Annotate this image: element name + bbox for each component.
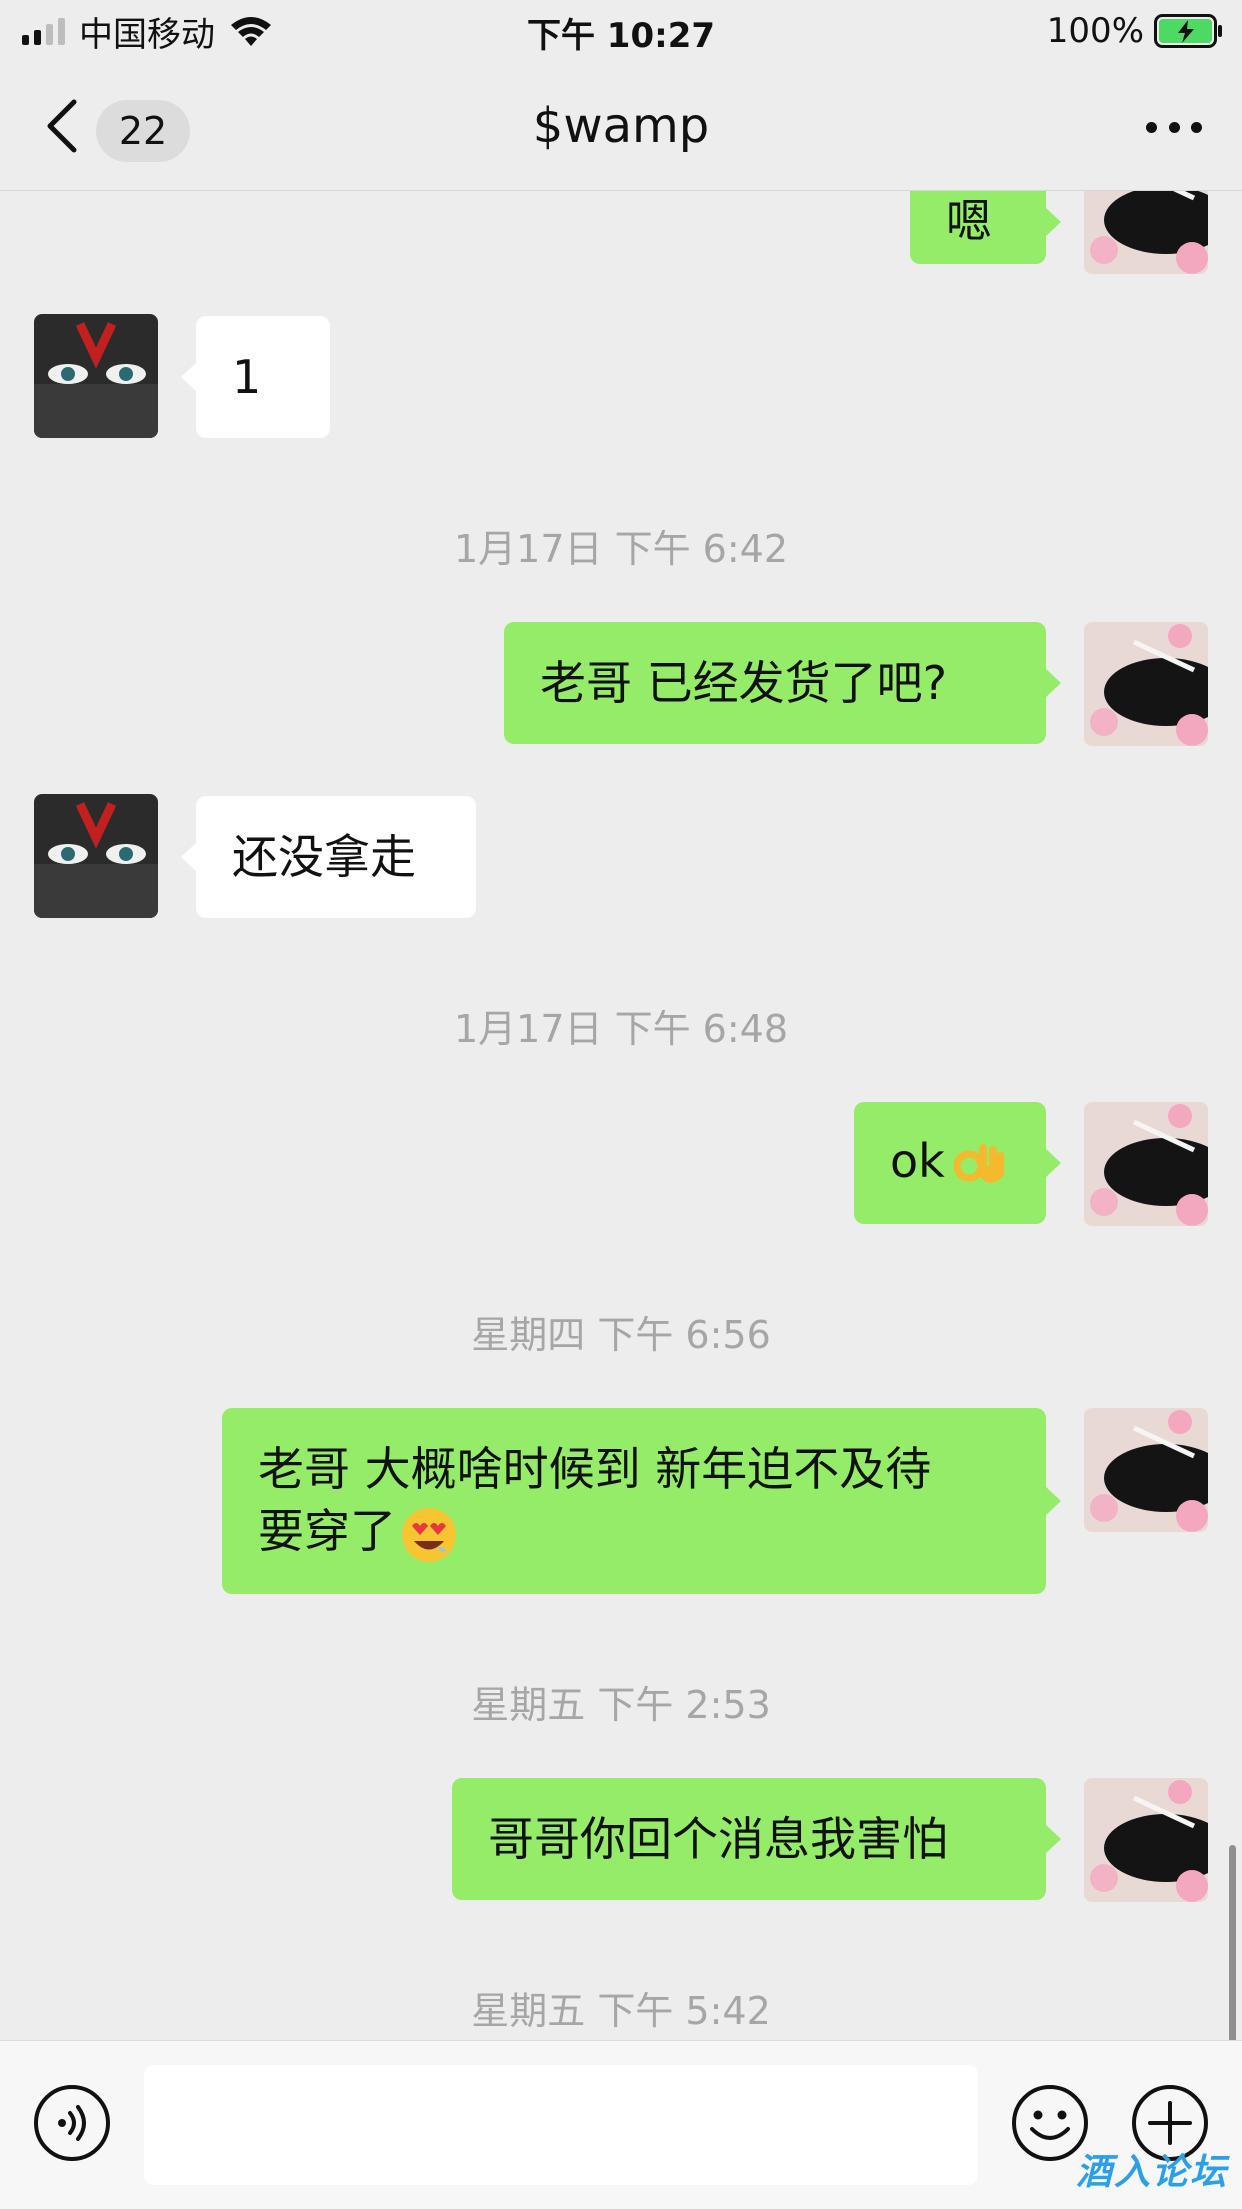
message-text: 1 bbox=[232, 350, 262, 404]
battery-percent: 100% bbox=[1046, 11, 1144, 51]
ok-hand-emoji bbox=[953, 1143, 1004, 1183]
chat-header: 22 $wamp bbox=[0, 62, 1242, 191]
message-text-line: 要穿了 bbox=[258, 1500, 1010, 1564]
message-text: 哥哥你回个消息我害怕 bbox=[488, 1812, 948, 1866]
message-timestamp: 1月17日 下午 6:48 bbox=[453, 1007, 789, 1051]
battery-charging-icon bbox=[1154, 14, 1222, 48]
chat-title: $wamp bbox=[532, 98, 710, 154]
voice-icon[interactable] bbox=[32, 2083, 112, 2163]
message-bubble-contact[interactable]: 还没拿走 bbox=[181, 796, 476, 918]
message-text: 嗯 bbox=[946, 194, 992, 248]
status-bar: 中国移动 下午 10:27 100% bbox=[0, 0, 1242, 62]
message-bubble-mine[interactable]: ok bbox=[854, 1102, 1061, 1224]
message-bubble-mine[interactable]: 老哥 已经发货了吧? bbox=[504, 622, 1061, 744]
my-avatar[interactable] bbox=[1084, 1102, 1208, 1226]
message-bubble-mine[interactable]: 哥哥你回个消息我害怕 bbox=[452, 1778, 1061, 1900]
message-timestamp: 1月17日 下午 6:42 bbox=[453, 527, 789, 571]
message-bubble-mine[interactable]: 嗯 bbox=[910, 190, 1061, 264]
scrollbar[interactable] bbox=[1229, 1845, 1236, 2040]
message-bubble-mine[interactable]: 老哥 大概啥时候到 新年迫不及待 要穿了 bbox=[222, 1408, 1061, 1594]
my-avatar[interactable] bbox=[1084, 622, 1208, 746]
message-text: 老哥 已经发货了吧? bbox=[540, 656, 948, 710]
message-input[interactable] bbox=[144, 2065, 978, 2185]
more-dots-icon[interactable] bbox=[1146, 112, 1202, 142]
message-text-line: 老哥 大概啥时候到 新年迫不及待 bbox=[258, 1442, 932, 1496]
message-timestamp: 星期五 下午 2:53 bbox=[471, 1683, 771, 1727]
forum-watermark: 酒入论坛 bbox=[1075, 2152, 1228, 2193]
status-right: 100% bbox=[1047, 8, 1224, 54]
message-bubble-contact[interactable]: 1 bbox=[181, 316, 330, 438]
contact-avatar[interactable] bbox=[34, 314, 158, 438]
contact-avatar[interactable] bbox=[34, 794, 158, 918]
message-text: ok bbox=[890, 1134, 945, 1188]
my-avatar[interactable] bbox=[1084, 1408, 1208, 1532]
heart-eyes-emoji bbox=[402, 1507, 456, 1562]
my-avatar[interactable] bbox=[1084, 190, 1208, 274]
my-avatar[interactable] bbox=[1084, 1778, 1208, 1902]
message-timestamp: 星期四 下午 6:56 bbox=[471, 1313, 771, 1357]
input-bar: 酒入论坛 bbox=[0, 2040, 1242, 2209]
message-text: 还没拿走 bbox=[232, 830, 416, 884]
message-timestamp: 星期五 下午 5:42 bbox=[471, 1989, 771, 2033]
message-list[interactable]: 嗯 1 1月17日 下午 6:42 老哥 已经发货了吧? 还没拿走 1月17日 … bbox=[0, 190, 1242, 2040]
